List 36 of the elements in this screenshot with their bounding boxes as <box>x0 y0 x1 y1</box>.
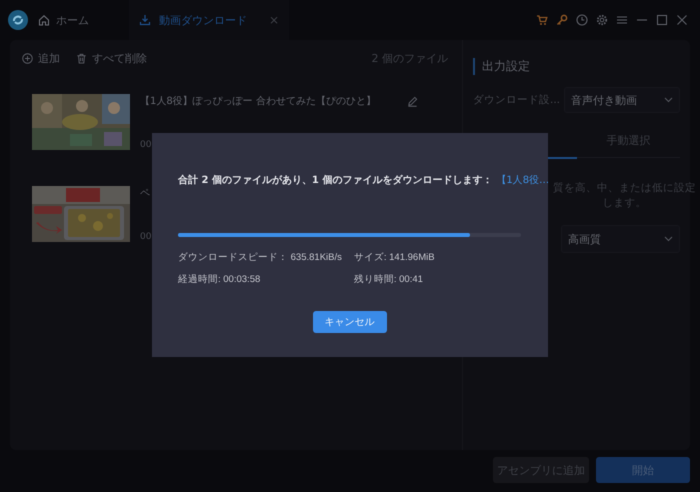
key-icon[interactable] <box>556 14 568 26</box>
chevron-icon <box>664 236 673 242</box>
video-download-tab[interactable]: 動画ダウンロード × <box>129 0 289 40</box>
file-size: サイズ: 141.96MiB <box>354 251 435 264</box>
tab-label: 動画ダウンロード <box>159 12 247 28</box>
video-link[interactable]: 【1人8役… <box>496 173 550 187</box>
cancel-button[interactable]: キャンセル <box>312 311 386 333</box>
clock-icon[interactable] <box>576 14 588 26</box>
download-speed: ダウンロードスピード： 635.81KiB/s <box>178 251 342 264</box>
dialog-message: 合計 2 個のファイルがあり、1 個のファイルをダウンロードします： <box>178 174 492 187</box>
close-icon[interactable] <box>676 14 688 26</box>
home-icon <box>38 14 50 26</box>
video-duration: 00 <box>140 232 152 242</box>
settings-icon[interactable] <box>596 14 608 26</box>
menu-icon[interactable] <box>616 14 628 26</box>
elapsed-time: 経過時間: 00:03:58 <box>178 273 262 286</box>
home-tab[interactable]: ホーム <box>38 12 89 28</box>
download-icon <box>139 14 151 26</box>
chevron-icon <box>664 97 673 103</box>
trash-icon <box>76 52 87 64</box>
close-tab-button[interactable]: × <box>268 13 279 27</box>
video-title: ペ <box>140 187 150 200</box>
download-setting-label: ダウンロード設... <box>473 93 560 107</box>
remaining-time: 残り時間: 00:41 <box>354 273 424 286</box>
output-settings-heading: 出力設定 <box>473 58 680 75</box>
maximize-icon[interactable] <box>656 14 668 26</box>
delete-all-button[interactable]: すべて削除 <box>76 50 147 66</box>
app-logo-icon <box>8 10 28 30</box>
download-type-dropdown[interactable]: 音声付き動画 <box>564 87 680 113</box>
plus-icon <box>22 52 33 64</box>
pencil-icon[interactable] <box>407 96 418 106</box>
add-button[interactable]: 追加 <box>22 50 60 66</box>
video-title: 【1人8役】ぽっぴっぽー 合わせてみた【ぴのひと】 <box>140 94 376 108</box>
quality-dropdown[interactable]: 高画質 <box>561 225 680 253</box>
video-duration: 00 <box>140 140 152 150</box>
cart-icon[interactable] <box>536 14 548 26</box>
